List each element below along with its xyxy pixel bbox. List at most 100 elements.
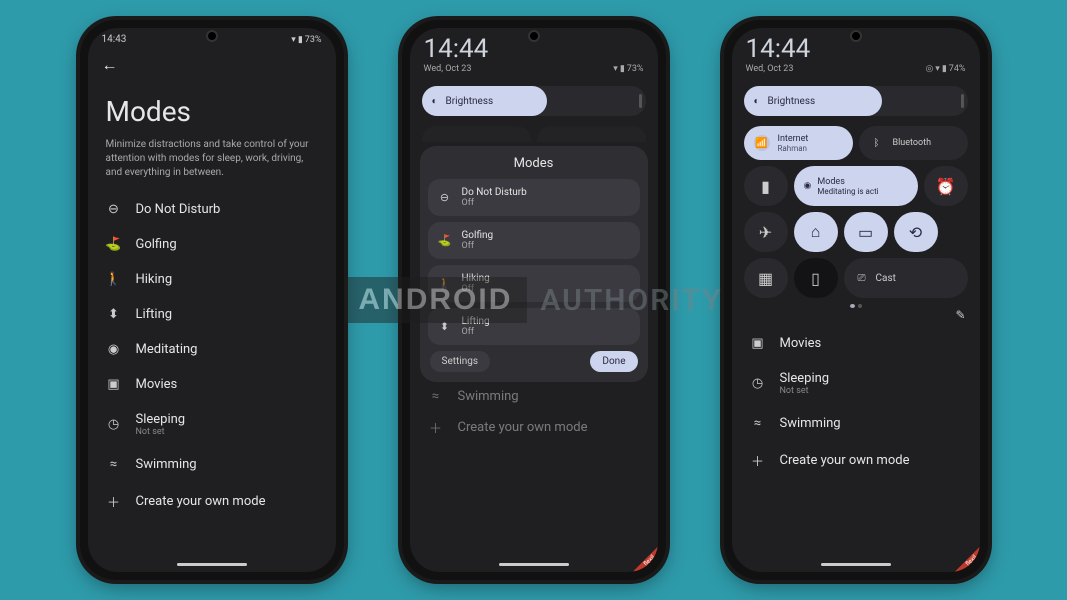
phone-modes-panel: 14:44 Wed, Oct 23 ▾ ▮ 73% ◐Brightness Mo… xyxy=(402,20,666,580)
mode-label: Swimming xyxy=(780,416,841,431)
tile-unknown1[interactable]: ▦ xyxy=(744,258,788,298)
mode-item-golf[interactable]: ⛳ Golfing xyxy=(88,227,336,262)
edit-tiles-button[interactable]: ✎ xyxy=(955,308,965,322)
tile-wallet[interactable]: ▭ xyxy=(844,212,888,252)
wifi-icon: ▾ xyxy=(613,64,618,74)
page-title: Modes xyxy=(88,75,336,138)
sun-icon: ◐ xyxy=(432,96,438,107)
settings-button[interactable]: Settings xyxy=(430,351,491,372)
flashlight-icon: ▮ xyxy=(761,177,770,196)
dnd-icon: ⊖ xyxy=(106,202,122,217)
panel-item-state: Off xyxy=(462,284,490,294)
gesture-bar[interactable] xyxy=(499,563,569,566)
tile-bluetooth[interactable]: ᛒ Bluetooth xyxy=(859,126,968,160)
battery-icon: ▮ xyxy=(620,64,625,74)
qs-date: Wed, Oct 23 xyxy=(424,64,489,74)
gesture-bar[interactable] xyxy=(821,563,891,566)
mode-item-movie[interactable]: ▣ Movies xyxy=(88,367,336,402)
back-button[interactable]: ← xyxy=(88,47,336,75)
tile-battery-saver[interactable]: ▯ xyxy=(794,258,838,298)
tile-flashlight[interactable]: ▮ xyxy=(744,166,788,206)
camera-punch-hole xyxy=(528,30,540,42)
panel-item-name: Do Not Disturb xyxy=(462,187,527,198)
home-icon: ⌂ xyxy=(811,222,821,242)
tile-internet[interactable]: 📶 InternetRahman xyxy=(744,126,853,160)
mode-item-sleep[interactable]: ◷ SleepingNot set xyxy=(88,402,336,447)
mode-label: Lifting xyxy=(136,307,173,322)
mode-item-hike[interactable]: 🚶Hiking xyxy=(88,262,336,297)
flexil-badge: flexil xyxy=(944,536,980,572)
mode-label: Sleeping xyxy=(136,412,186,427)
tile-modes[interactable]: ◉ ModesMeditating is acti xyxy=(794,166,918,206)
meditate-icon: ◉ xyxy=(106,342,122,357)
mode-item-sleep[interactable]: ◷SleepingNot set xyxy=(732,361,980,406)
mode-item-dnd[interactable]: ⊖Do Not Disturb xyxy=(88,192,336,227)
tile-airplane[interactable]: ✈ xyxy=(744,212,788,252)
battery-icon: ▮ xyxy=(942,64,947,74)
mode-sublabel: Not set xyxy=(136,427,186,437)
panel-title: Modes xyxy=(428,156,640,171)
status-time: 14:43 xyxy=(102,34,127,45)
meditate-icon: ◉ xyxy=(804,181,812,191)
brightness-slider[interactable]: ◐Brightness xyxy=(744,86,968,116)
phone-quick-settings: 14:44 Wed, Oct 23 ◎ ▾ ▮ 74% ◐Brightness … xyxy=(724,20,988,580)
brightness-handle xyxy=(961,94,964,108)
status-right: ▾ ▮ 73% xyxy=(291,35,321,45)
dnd-icon: ⊖ xyxy=(438,191,452,205)
qs-date: Wed, Oct 23 xyxy=(746,64,811,74)
mode-label: Create your own mode xyxy=(136,494,266,509)
gesture-bar[interactable] xyxy=(177,563,247,566)
mode-item-swim[interactable]: ≈ Swimming xyxy=(88,447,336,482)
panel-item-name: Hiking xyxy=(462,273,490,284)
sun-icon: ◐ xyxy=(754,96,760,107)
camera-punch-hole xyxy=(206,30,218,42)
mode-item-swim[interactable]: ≈Swimming xyxy=(732,406,980,441)
tile-cast[interactable]: ⎚Cast xyxy=(844,258,968,298)
dim-item-swim: ≈Swimming xyxy=(410,382,658,411)
tile-home[interactable]: ⌂ xyxy=(794,212,838,252)
movie-icon: ▣ xyxy=(106,377,122,392)
cast-icon: ⎚ xyxy=(858,273,866,284)
movie-icon: ▣ xyxy=(750,336,766,351)
qs-time: 14:44 xyxy=(746,34,811,64)
panel-item-hike[interactable]: 🚶HikingOff xyxy=(428,265,640,302)
mode-label: Movies xyxy=(136,377,178,392)
qs-time: 14:44 xyxy=(424,34,489,64)
battery-percent: 74% xyxy=(949,64,966,74)
swim-icon: ≈ xyxy=(106,457,122,472)
grid-icon: ▦ xyxy=(758,269,773,288)
mode-item-movie[interactable]: ▣Movies xyxy=(732,326,980,361)
dim-item-plus: ＋Create your own mode xyxy=(410,411,658,444)
rotate-icon: ⟲ xyxy=(909,223,922,242)
dim-label: Swimming xyxy=(458,389,519,404)
mode-label: Swimming xyxy=(136,457,197,472)
mode-item-meditate[interactable]: ◉Meditating xyxy=(88,332,336,367)
done-button[interactable]: Done xyxy=(590,351,637,372)
dim-label: Create your own mode xyxy=(458,420,588,435)
mode-item-plus[interactable]: ＋Create your own mode xyxy=(732,441,980,480)
mode-item-plus[interactable]: ＋Create your own mode xyxy=(88,482,336,521)
panel-item-lift[interactable]: ⬍LiftingOff xyxy=(428,308,640,345)
brightness-slider[interactable]: ◐Brightness xyxy=(422,86,646,116)
battery-icon: ▯ xyxy=(811,269,820,288)
golf-icon: ⛳ xyxy=(106,237,122,252)
sleep-icon: ◷ xyxy=(106,417,122,432)
hike-icon: 🚶 xyxy=(106,272,122,287)
wallet-icon: ▭ xyxy=(858,223,873,242)
plus-icon: ＋ xyxy=(750,451,766,470)
lift-icon: ⬍ xyxy=(438,320,452,334)
panel-item-state: Off xyxy=(462,327,490,337)
battery-percent: 73% xyxy=(627,64,644,74)
panel-item-dnd[interactable]: ⊖Do Not DisturbOff xyxy=(428,179,640,216)
phone-modes-settings: 14:43 ▾ ▮ 73% ← Modes Minimize distracti… xyxy=(80,20,344,580)
tile-rotate[interactable]: ⟲ xyxy=(894,212,938,252)
alarm-icon: ⏰ xyxy=(936,177,956,196)
battery-icon: ▮ xyxy=(298,35,303,45)
mode-item-lift[interactable]: ⬍ Lifting xyxy=(88,297,336,332)
page-description: Minimize distractions and take control o… xyxy=(88,138,336,192)
panel-item-golf[interactable]: ⛳GolfingOff xyxy=(428,222,640,259)
tile-alarm[interactable]: ⏰ xyxy=(924,166,968,206)
mode-sublabel: Not set xyxy=(780,386,830,396)
mode-label: Golfing xyxy=(136,237,177,252)
lift-icon: ⬍ xyxy=(106,307,122,322)
